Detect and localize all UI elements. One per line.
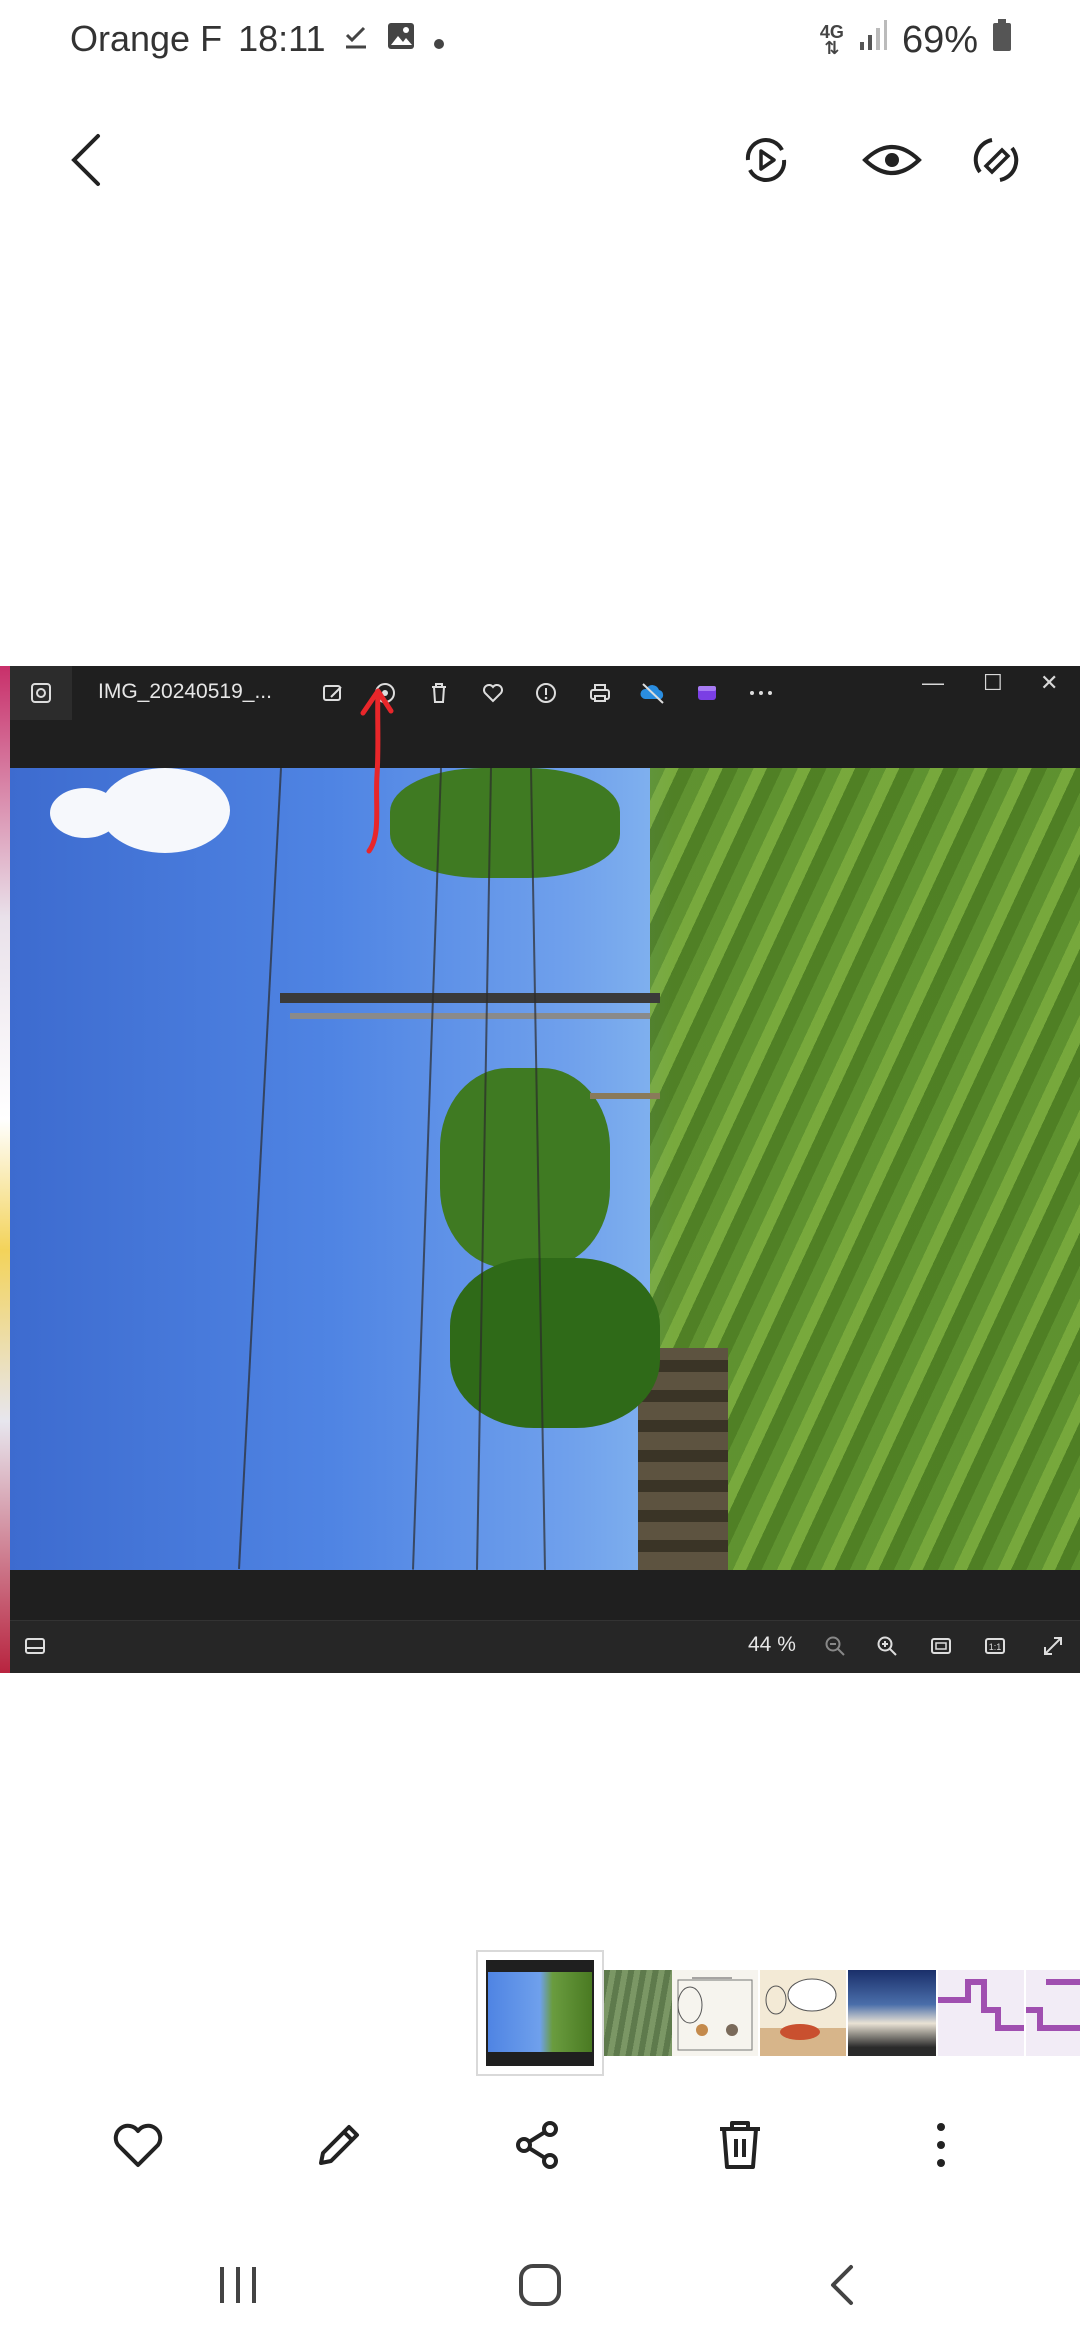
zoom-level: 44 %	[748, 1633, 796, 1656]
gallery-icon	[386, 18, 416, 60]
delete-icon[interactable]	[705, 2110, 775, 2180]
app-bar	[0, 110, 1080, 210]
zoom-out-icon	[822, 1633, 848, 1659]
window-title: IMG_20240519_...	[98, 680, 272, 703]
dot-icon	[432, 18, 446, 60]
battery-percent: 69%	[901, 18, 978, 61]
catenary-pole	[280, 993, 660, 1003]
catenary-arm	[290, 1013, 650, 1019]
adjacent-photo-edge	[0, 666, 10, 1673]
motion-photo-play-icon[interactable]	[730, 124, 802, 196]
favorite-icon[interactable]	[103, 2110, 173, 2180]
tree-top	[390, 768, 620, 878]
system-nav-bar	[0, 2230, 1080, 2340]
thumbnail-grass[interactable]	[604, 1970, 672, 2056]
thumbnail-clouds[interactable]	[848, 1970, 936, 2056]
thumbnail-comic[interactable]	[672, 1970, 758, 2056]
minimize-button: —	[922, 670, 944, 695]
thumbnail-pixel-drawing-2[interactable]	[1026, 1970, 1080, 2056]
fullscreen-icon	[1040, 1633, 1066, 1659]
actual-size-icon: 1:1	[982, 1633, 1008, 1659]
edit-image-icon	[318, 678, 348, 708]
info-icon	[531, 678, 561, 708]
signal-icon	[858, 18, 888, 62]
filmstrip	[0, 1950, 1080, 2076]
delete-icon	[424, 678, 454, 708]
clipchamp-icon	[692, 678, 722, 708]
zoom-in-icon	[874, 1633, 900, 1659]
thumbnail-photo	[488, 1972, 592, 2052]
recents-icon[interactable]	[198, 2250, 278, 2320]
photos-window-titlebar: IMG_20240519_... — ☐ ✕	[10, 666, 1080, 768]
thumbnail-comic-2[interactable]	[760, 1970, 846, 2056]
embedded-screenshot[interactable]: IMG_20240519_... — ☐ ✕ 44 % 1:1	[0, 666, 1080, 1673]
view-icon[interactable]	[856, 124, 928, 196]
share-icon[interactable]	[503, 2110, 573, 2180]
rotate-icon[interactable]	[960, 124, 1032, 196]
maximize-button: ☐	[983, 670, 1003, 695]
thumbnail-image	[486, 1960, 594, 2066]
filmstrip-toggle-icon	[22, 1633, 48, 1659]
fit-window-icon	[928, 1633, 954, 1659]
clock: 18:11	[238, 18, 326, 59]
red-annotation-arrow	[360, 688, 394, 854]
status-left: Orange F 18:11	[70, 18, 446, 60]
battery-icon	[992, 18, 1012, 62]
more-options-icon[interactable]	[906, 2110, 976, 2180]
close-button: ✕	[1040, 670, 1059, 695]
more-icon	[746, 678, 776, 708]
edit-icon[interactable]	[304, 2110, 374, 2180]
status-bar: Orange F 18:11 4G ⇅ 69%	[0, 0, 1080, 90]
photos-window-bottom: 44 % 1:1	[10, 1570, 1080, 1673]
cloud-icon	[638, 678, 668, 708]
network-label: 4G	[819, 22, 844, 42]
thumbnail-selected[interactable]	[476, 1950, 604, 2076]
platform-post	[590, 1093, 660, 1099]
overhead-wire	[238, 768, 282, 1570]
carrier-name: Orange F	[70, 18, 223, 59]
favorite-icon	[478, 678, 508, 708]
overhead-wire	[412, 768, 442, 1570]
print-icon	[585, 678, 615, 708]
bottom-action-bar	[0, 2100, 1080, 2190]
cloud	[100, 768, 230, 853]
network-type: 4G ⇅	[819, 22, 844, 58]
download-done-icon	[342, 18, 370, 60]
displayed-photo	[10, 768, 1080, 1570]
thumbnail-pixel-drawing[interactable]	[938, 1970, 1024, 2056]
svg-text:1:1: 1:1	[989, 1642, 1002, 1652]
window-status-bar: 44 % 1:1	[10, 1620, 1080, 1673]
back-arrow-icon[interactable]	[50, 124, 122, 196]
home-icon[interactable]	[500, 2250, 580, 2320]
back-icon[interactable]	[802, 2250, 882, 2320]
status-right: 4G ⇅ 69%	[820, 18, 1012, 62]
photos-app-icon	[10, 666, 72, 720]
tree-mid	[440, 1068, 610, 1268]
